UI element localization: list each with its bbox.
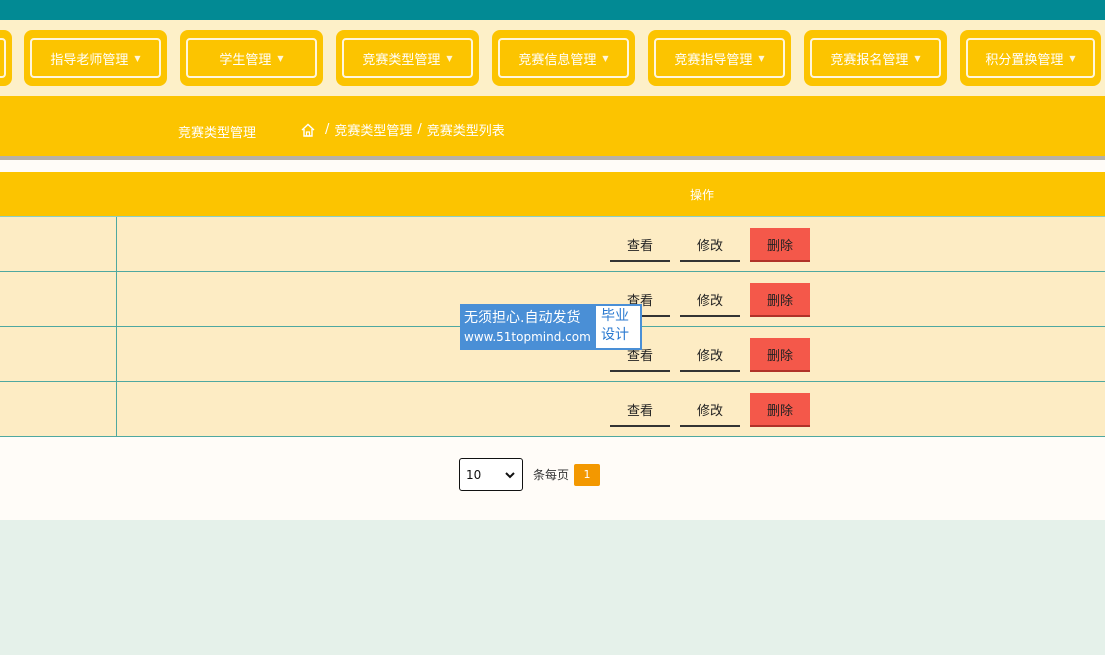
nav-item-teacher[interactable]: 指导老师管理 ▼ (24, 30, 167, 86)
caret-down-icon: ▼ (602, 53, 609, 63)
caret-down-icon: ▼ (134, 53, 141, 63)
top-strip (0, 0, 1105, 20)
cell-divider (116, 217, 117, 271)
chevron-down-icon (505, 471, 515, 478)
caret-down-icon: ▼ (758, 53, 765, 63)
edit-button[interactable]: 修改 (680, 338, 740, 372)
nav-item-contest-info[interactable]: 竞赛信息管理 ▼ (492, 30, 635, 86)
column-header-actions: 操作 (690, 188, 715, 202)
sub-header: 竞赛类型管理 / 竞赛类型管理 / 竞赛类型列表 (0, 96, 1105, 156)
per-page-label: 条每页 (533, 468, 570, 482)
watermark-line1: 无须担心.自动发货 (464, 310, 581, 326)
nav-item-points-exchange[interactable]: 积分置换管理 ▼ (960, 30, 1101, 86)
delete-button[interactable]: 删除 (750, 228, 810, 262)
caret-down-icon: ▼ (446, 53, 453, 63)
watermark-url: www.51topmind.com (464, 330, 591, 344)
nav-item-label: 积分置换管理 (985, 52, 1064, 68)
page-size-value: 10 (466, 467, 482, 482)
watermark-right: 毕业 设计 (594, 304, 642, 350)
breadcrumb-item-current: 竞赛类型列表 (426, 124, 505, 139)
page-number-current[interactable]: 1 (574, 463, 601, 486)
breadcrumb-separator: / (417, 122, 422, 137)
page-size-select[interactable]: 10 (459, 458, 523, 491)
page-title: 竞赛类型管理 (178, 126, 257, 141)
home-icon[interactable] (300, 122, 316, 138)
nav-item-student[interactable]: 学生管理 ▼ (180, 30, 323, 86)
watermark-left: 无须担心.自动发货 www.51topmind.com (460, 304, 594, 350)
nav-item-contest-signup[interactable]: 竞赛报名管理 ▼ (804, 30, 947, 86)
nav-item-label: 竞赛信息管理 (518, 52, 597, 68)
edit-button[interactable]: 修改 (680, 228, 740, 262)
cell-divider (116, 327, 117, 381)
view-button[interactable]: 查看 (610, 228, 670, 262)
nav-item-contest-guidance[interactable]: 竞赛指导管理 ▼ (648, 30, 791, 86)
edit-button[interactable]: 修改 (680, 393, 740, 427)
cell-divider (116, 272, 117, 326)
view-button[interactable]: 查看 (610, 393, 670, 427)
caret-down-icon: ▼ (914, 53, 921, 63)
delete-button[interactable]: 删除 (750, 283, 810, 317)
breadcrumb-separator: / (325, 122, 330, 137)
delete-button[interactable]: 删除 (750, 338, 810, 372)
table-header: 操作 (0, 172, 1105, 217)
breadcrumb-item-section[interactable]: 竞赛类型管理 (334, 120, 412, 139)
nav-item-label: 竞赛类型管理 (362, 52, 441, 68)
nav-item-label: 竞赛指导管理 (674, 52, 753, 68)
watermark: 无须担心.自动发货 www.51topmind.com 毕业 设计 (460, 304, 642, 350)
nav-item-label: 学生管理 (219, 52, 272, 68)
breadcrumb: / 竞赛类型管理 / 竞赛类型列表 (300, 120, 505, 139)
nav-item-contest-type[interactable]: 竞赛类型管理 ▼ (336, 30, 479, 86)
watermark-side1: 毕业 (601, 308, 629, 324)
main-nav: 指导老师管理 ▼ 学生管理 ▼ 竞赛类型管理 ▼ 竞赛信息管理 ▼ 竞赛指导管理… (0, 20, 1105, 96)
edit-button[interactable]: 修改 (680, 283, 740, 317)
caret-down-icon: ▼ (277, 53, 284, 63)
table-row: 查看 修改 删除 (0, 217, 1105, 272)
pagination: 10 条每页 1 (459, 458, 601, 491)
nav-item-partial[interactable] (0, 30, 12, 86)
delete-button[interactable]: 删除 (750, 393, 810, 427)
watermark-side2: 设计 (601, 327, 629, 343)
table-row: 查看 修改 删除 (0, 382, 1105, 437)
caret-down-icon: ▼ (1069, 53, 1076, 63)
nav-item-label: 指导老师管理 (50, 52, 129, 68)
nav-item-label: 竞赛报名管理 (830, 52, 909, 68)
cell-divider (116, 382, 117, 436)
